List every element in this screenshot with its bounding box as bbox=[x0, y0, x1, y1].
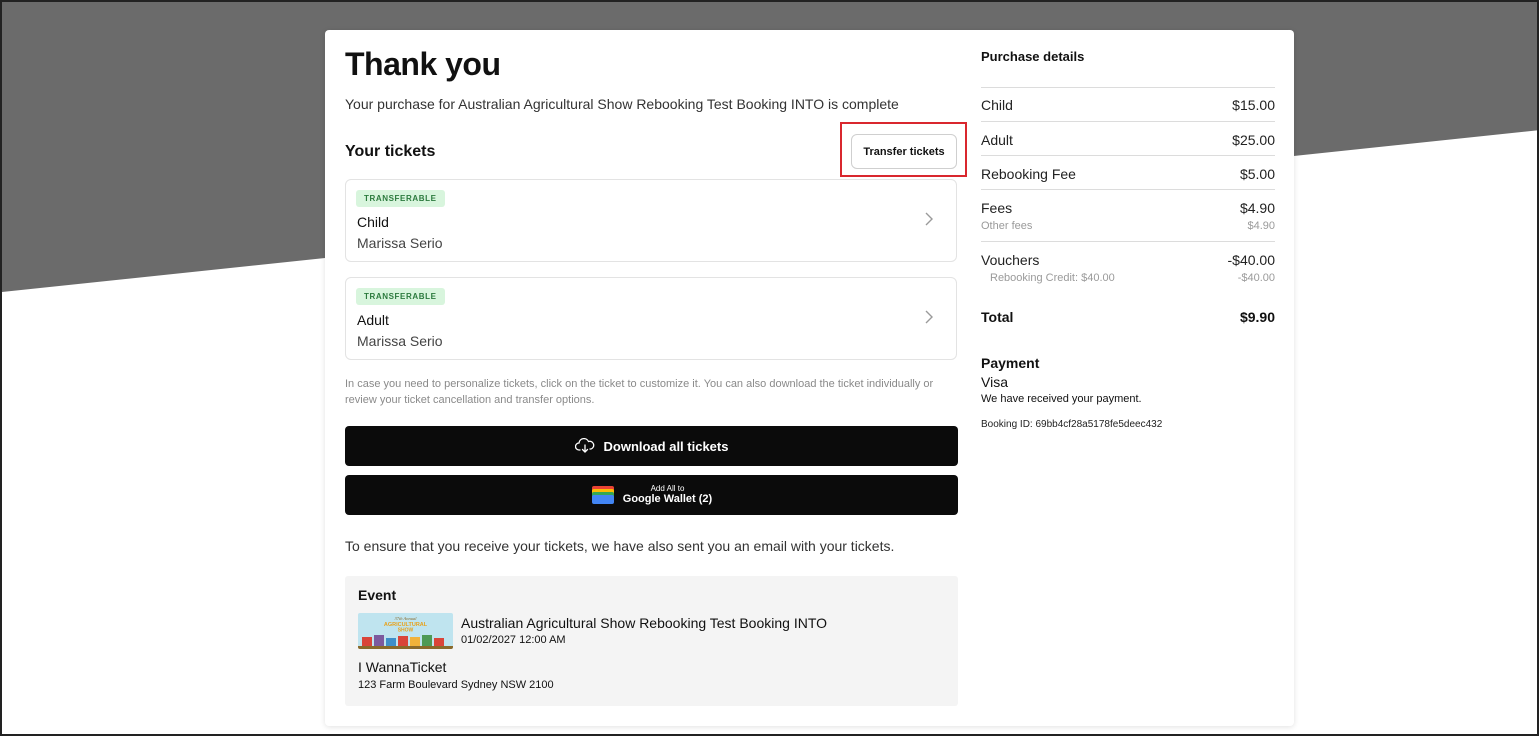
payment-received-note: We have received your payment. bbox=[981, 393, 1142, 405]
event-address: 123 Farm Boulevard Sydney NSW 2100 bbox=[358, 679, 554, 691]
google-wallet-icon bbox=[591, 486, 614, 504]
total-label: Total bbox=[981, 309, 1014, 325]
thumbnail-line-3: SHOW bbox=[398, 628, 414, 634]
ticket-card-child[interactable]: TRANSFERABLE Child Marissa Serio bbox=[345, 179, 957, 262]
payment-method: Visa bbox=[981, 374, 1008, 390]
download-all-tickets-button[interactable]: Download all tickets bbox=[345, 426, 958, 466]
ticket-holder-name: Marissa Serio bbox=[357, 333, 443, 349]
download-all-label: Download all tickets bbox=[603, 438, 729, 454]
line-item-sub-amount: $4.90 bbox=[1247, 220, 1275, 232]
line-item-sub-label: Other fees bbox=[981, 220, 1033, 232]
purchase-row-adult: Adult $25.00 bbox=[981, 121, 1275, 155]
purchase-row-vouchers: Vouchers -$40.00 Rebooking Credit: $40.0… bbox=[981, 241, 1275, 291]
your-tickets-heading: Your tickets bbox=[345, 143, 436, 160]
wallet-small-label: Add All to bbox=[650, 483, 685, 493]
purchase-row-total: Total $9.90 bbox=[981, 291, 1275, 335]
event-thumbnail-art: 37th Annual AGRICULTURAL SHOW bbox=[358, 613, 453, 649]
booking-id: Booking ID: 69bb4cf28a5178fe5deec432 bbox=[981, 419, 1163, 430]
purchase-complete-message: Your purchase for Australian Agricultura… bbox=[345, 96, 899, 112]
cloud-download-icon bbox=[574, 438, 594, 453]
thumbnail-line-1: 37th Annual bbox=[394, 616, 417, 621]
event-venue: I WannaTicket bbox=[358, 659, 447, 675]
chevron-right-icon bbox=[925, 212, 933, 226]
line-item-amount: $5.00 bbox=[1239, 166, 1275, 182]
ticket-type: Adult bbox=[357, 312, 389, 328]
line-item-sub-amount: -$40.00 bbox=[1237, 272, 1275, 284]
tickets-help-text: In case you need to personalize tickets,… bbox=[345, 378, 934, 406]
total-amount: $9.90 bbox=[1239, 309, 1275, 325]
event-heading: Event bbox=[358, 587, 397, 603]
event-summary: Event 37th Annual AGRICULTURAL SHOW Aust… bbox=[345, 576, 958, 706]
screenshot-frame: Thank you Your purchase for Australian A… bbox=[0, 0, 1539, 736]
ticket-holder-name: Marissa Serio bbox=[357, 235, 443, 251]
chevron-right-icon bbox=[925, 310, 933, 324]
confirmation-card: Thank you Your purchase for Australian A… bbox=[325, 30, 1294, 726]
purchase-details-heading: Purchase details bbox=[981, 49, 1085, 64]
add-to-google-wallet-button[interactable]: Add All to Google Wallet (2) bbox=[345, 475, 958, 515]
line-item-sub-label: Rebooking Credit: $40.00 bbox=[990, 272, 1115, 284]
line-item-amount: $25.00 bbox=[1232, 132, 1275, 148]
purchase-row-rebooking-fee: Rebooking Fee $5.00 bbox=[981, 155, 1275, 189]
purchase-row-fees: Fees $4.90 Other fees $4.90 bbox=[981, 189, 1275, 241]
line-item-amount: $4.90 bbox=[1239, 200, 1275, 216]
event-thumbnail: 37th Annual AGRICULTURAL SHOW bbox=[358, 613, 453, 649]
line-item-label: Vouchers bbox=[981, 252, 1040, 268]
page-title: Thank you bbox=[345, 46, 501, 82]
payment-heading: Payment bbox=[981, 355, 1040, 371]
ticket-type: Child bbox=[357, 214, 389, 230]
purchase-row-child: Child $15.00 bbox=[981, 87, 1275, 121]
transfer-tickets-button[interactable]: Transfer tickets bbox=[851, 134, 957, 169]
transferable-badge: TRANSFERABLE bbox=[356, 288, 445, 305]
line-item-label: Child bbox=[981, 97, 1013, 113]
line-item-label: Fees bbox=[981, 200, 1013, 216]
event-name: Australian Agricultural Show Rebooking T… bbox=[461, 615, 828, 631]
line-item-amount: $15.00 bbox=[1232, 97, 1275, 113]
ticket-card-adult[interactable]: TRANSFERABLE Adult Marissa Serio bbox=[345, 277, 957, 360]
line-item-label: Adult bbox=[981, 132, 1013, 148]
wallet-button-text: Add All to Google Wallet (2) bbox=[622, 483, 713, 506]
email-sent-note: To ensure that you receive your tickets,… bbox=[345, 538, 895, 554]
transferable-badge: TRANSFERABLE bbox=[356, 190, 445, 207]
line-item-label: Rebooking Fee bbox=[981, 166, 1076, 182]
wallet-main-label: Google Wallet (2) bbox=[622, 493, 713, 506]
event-date: 01/02/2027 12:00 AM bbox=[461, 634, 566, 646]
line-item-amount: -$40.00 bbox=[1227, 252, 1275, 268]
